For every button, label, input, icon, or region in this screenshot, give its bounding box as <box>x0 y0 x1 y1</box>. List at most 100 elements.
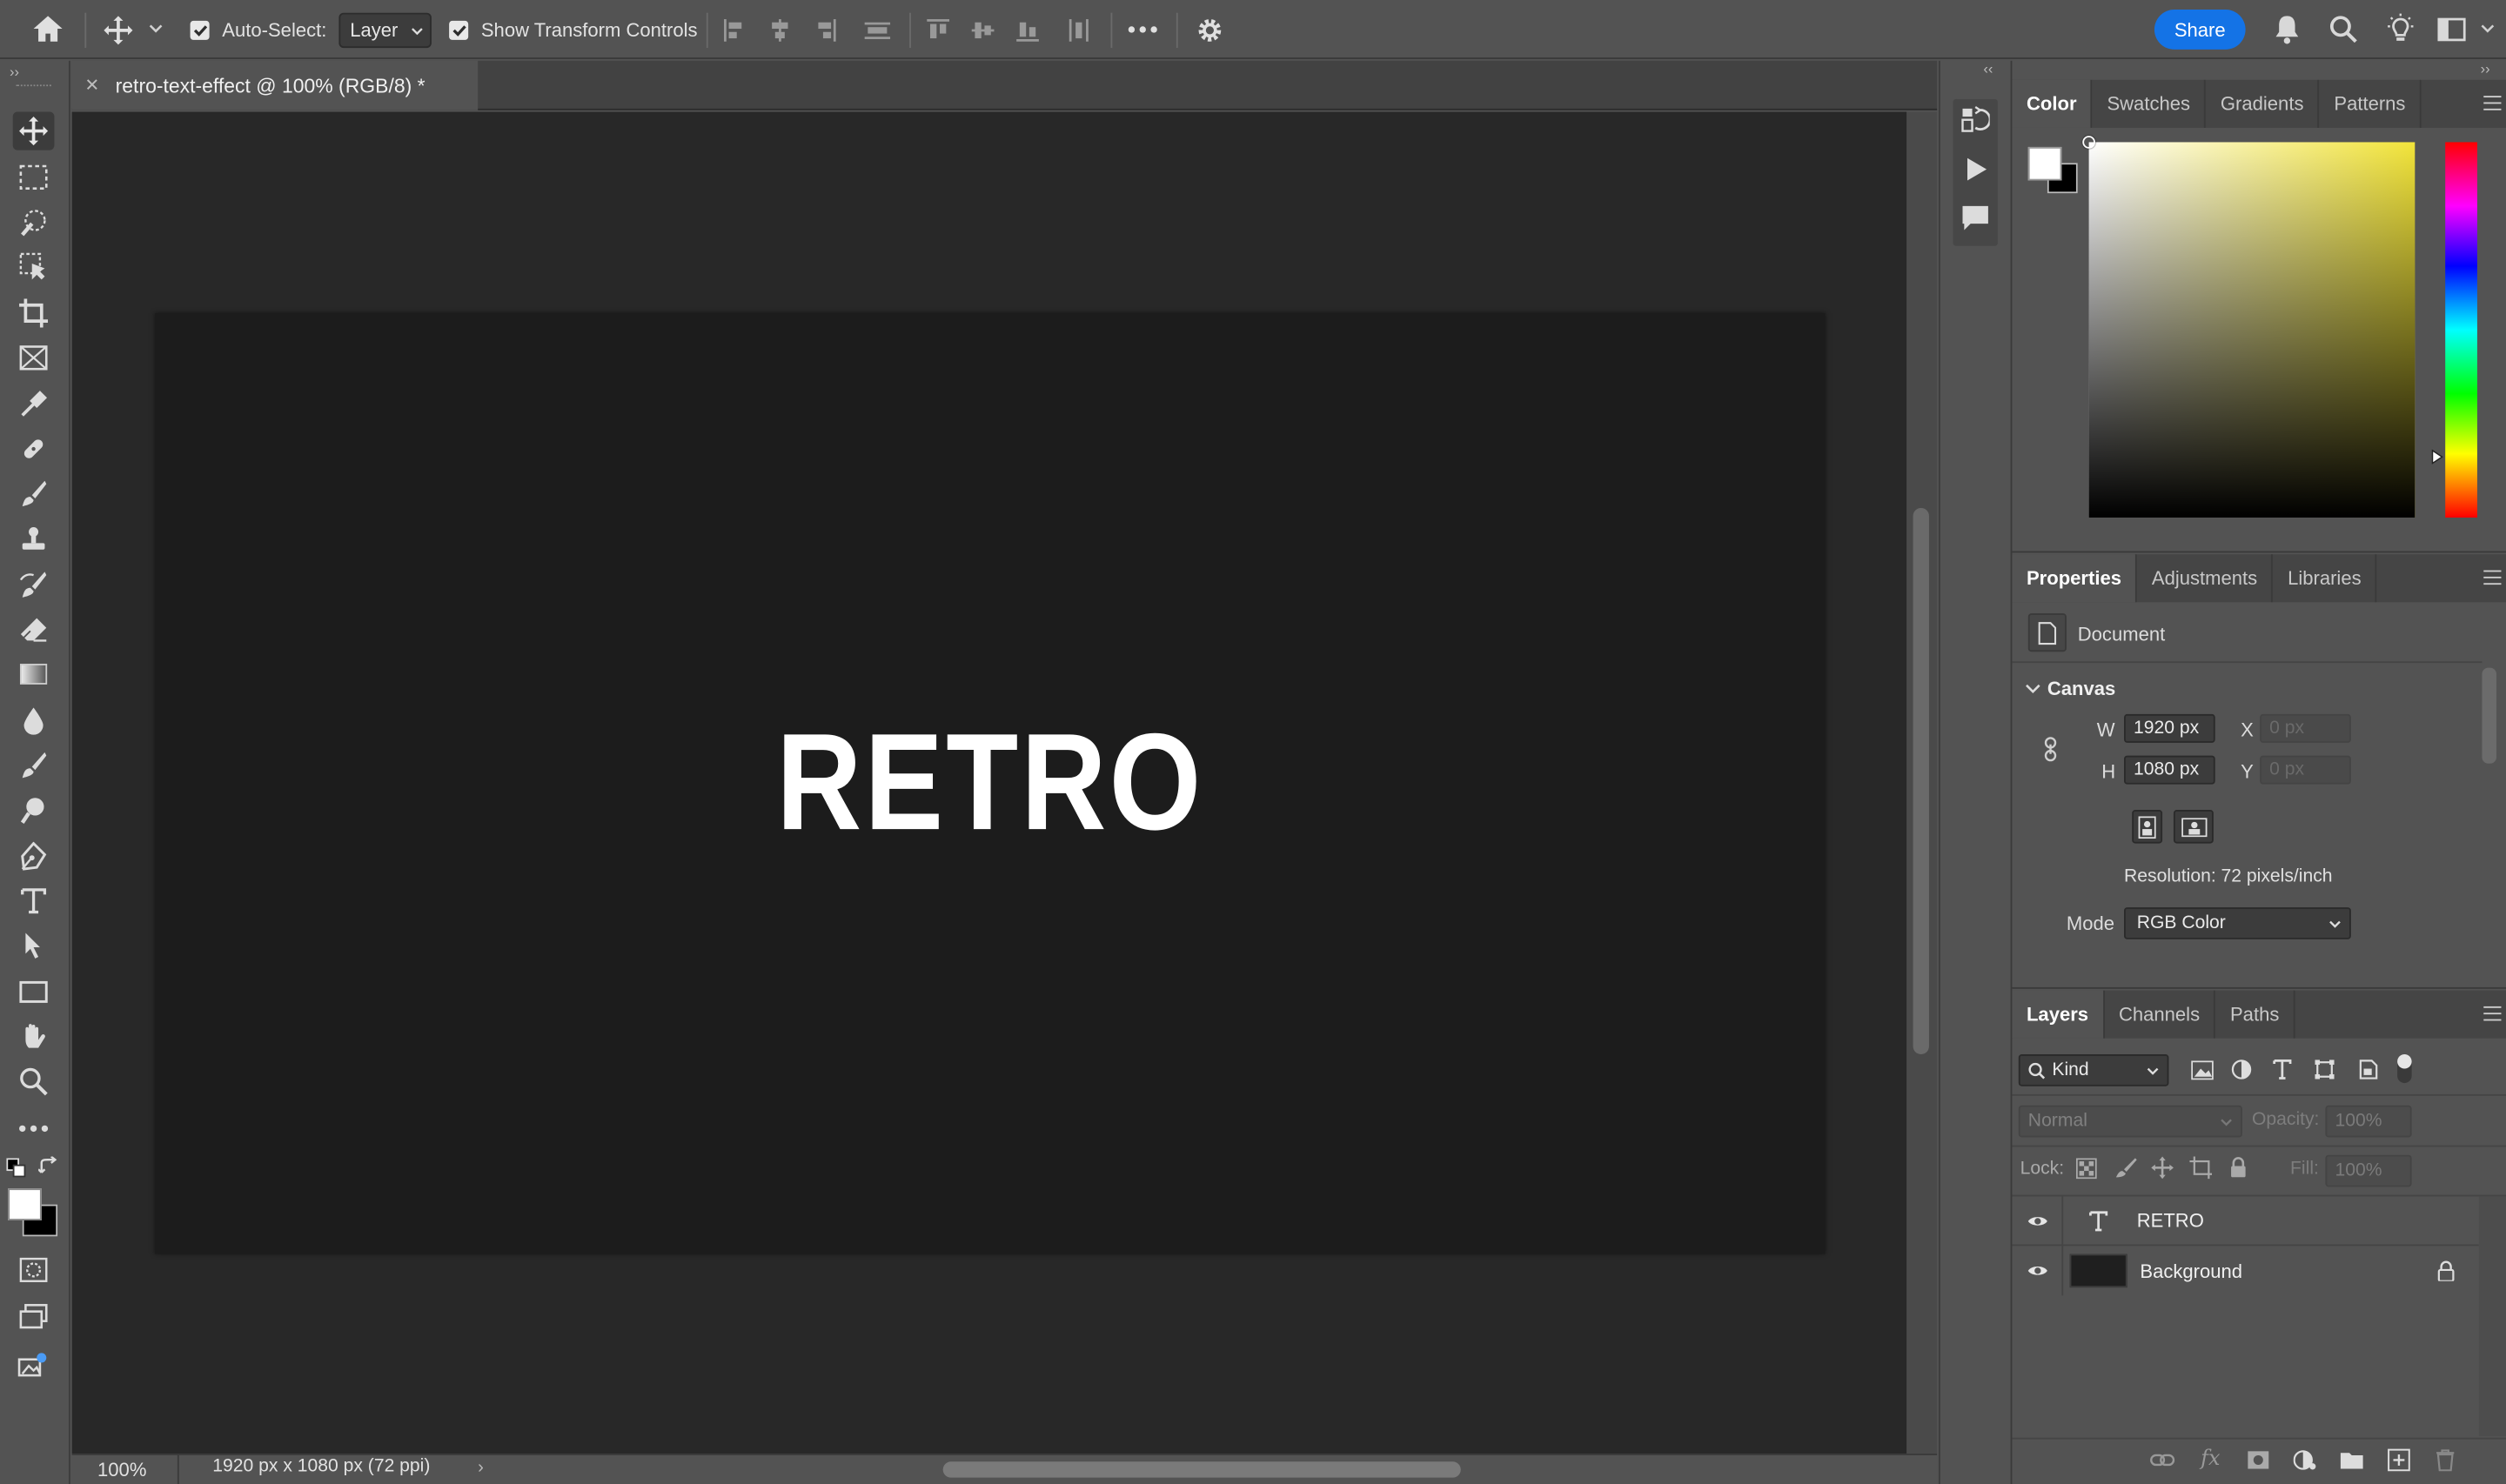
distribute-horizontal-icon[interactable] <box>1066 17 1091 43</box>
clone-stamp-tool-icon[interactable] <box>13 521 55 559</box>
x-field[interactable]: 0 px <box>2260 713 2351 743</box>
layer-lock-icon[interactable] <box>2437 1260 2455 1281</box>
gear-icon[interactable] <box>1196 16 1224 44</box>
more-tools-icon[interactable] <box>13 1108 55 1146</box>
healing-brush-tool-icon[interactable] <box>13 430 55 468</box>
height-field[interactable]: 1080 px <box>2124 755 2215 785</box>
panel-menu-icon[interactable] <box>2483 570 2502 590</box>
tab-patterns[interactable]: Patterns <box>2320 79 2422 128</box>
tab-paths[interactable]: Paths <box>2215 990 2295 1039</box>
history-icon[interactable] <box>1961 105 1990 134</box>
move-tool-icon[interactable] <box>12 111 55 150</box>
chevron-down-icon[interactable] <box>2025 684 2040 695</box>
quick-mask-icon[interactable] <box>13 1251 55 1289</box>
lock-image-pixels-icon[interactable] <box>2114 1157 2137 1180</box>
chevron-right-icon[interactable]: › <box>478 1459 484 1478</box>
link-layers-icon[interactable] <box>2149 1452 2175 1467</box>
filter-adjustment-layers-icon[interactable] <box>2231 1060 2252 1080</box>
generative-fill-icon[interactable] <box>13 1347 55 1385</box>
pen-tool-icon[interactable] <box>13 837 55 875</box>
tab-gradients[interactable]: Gradients <box>2206 79 2320 128</box>
filter-type-layers-icon[interactable] <box>2273 1059 2292 1080</box>
default-colors-icon[interactable] <box>6 1158 26 1178</box>
vertical-scroll-thumb[interactable] <box>1913 507 1929 1055</box>
horizontal-scroll-thumb[interactable] <box>942 1461 1461 1478</box>
chevron-down-icon[interactable] <box>149 24 164 34</box>
tab-adjustments[interactable]: Adjustments <box>2137 554 2274 603</box>
brush-tool-icon[interactable] <box>13 474 55 512</box>
align-vertical-centers-icon[interactable] <box>970 17 995 43</box>
layers-scrollbar[interactable] <box>2478 1196 2506 1436</box>
layer-row-retro[interactable]: RETRO <box>2012 1195 2479 1247</box>
type-tool-icon[interactable] <box>13 882 55 920</box>
bell-icon[interactable] <box>2273 15 2302 45</box>
home-icon[interactable] <box>32 15 64 43</box>
document-canvas[interactable]: RETRO <box>155 312 1826 1254</box>
opacity-field[interactable]: 100% <box>2325 1105 2412 1138</box>
rectangle-tool-icon[interactable] <box>13 973 55 1011</box>
screen-mode-icon[interactable] <box>13 1297 55 1335</box>
color-field[interactable] <box>2082 136 2416 518</box>
dodge-tool-icon[interactable] <box>13 746 55 785</box>
auto-select-dropdown[interactable]: Layer <box>338 12 432 49</box>
layer-filter-dropdown[interactable]: Kind <box>2018 1054 2169 1086</box>
collapse-chevron-icon[interactable]: ›› <box>10 64 19 79</box>
visibility-eye-icon[interactable] <box>2012 1195 2064 1246</box>
lock-transparent-pixels-icon[interactable] <box>2075 1158 2097 1180</box>
tab-properties[interactable]: Properties <box>2012 554 2138 603</box>
swap-colors-icon[interactable] <box>38 1156 59 1178</box>
canvas-workspace[interactable]: RETRO <box>71 111 1907 1454</box>
dodge-burn-tool-icon[interactable] <box>13 791 55 829</box>
fill-field[interactable]: 100% <box>2325 1154 2412 1187</box>
zoom-level[interactable]: 100% <box>97 1459 146 1481</box>
mode-dropdown[interactable]: RGB Color <box>2124 907 2351 939</box>
tab-libraries[interactable]: Libraries <box>2274 554 2377 603</box>
quick-selection-tool-icon[interactable] <box>13 203 55 241</box>
close-icon[interactable]: ✕ <box>84 75 99 96</box>
show-transform-controls-checkbox[interactable]: Show Transform Controls <box>449 15 698 47</box>
eraser-tool-icon[interactable] <box>13 610 55 648</box>
history-brush-tool-icon[interactable] <box>13 565 55 604</box>
marquee-tool-icon[interactable] <box>13 158 55 197</box>
share-button[interactable]: Share <box>2154 10 2246 50</box>
align-horizontal-centers-icon[interactable] <box>767 17 793 43</box>
gradient-tool-icon[interactable] <box>13 655 55 693</box>
canvas-retro-text[interactable]: RETRO <box>272 313 1709 1254</box>
grip-icon[interactable] <box>16 84 51 88</box>
filter-pixel-layers-icon[interactable] <box>2191 1060 2214 1080</box>
tab-color[interactable]: Color <box>2012 79 2093 128</box>
workspace-icon[interactable] <box>2437 17 2466 42</box>
fx-icon[interactable]: fx <box>2201 1447 2220 1472</box>
tab-layers[interactable]: Layers <box>2012 990 2105 1039</box>
frame-tool-icon[interactable] <box>13 338 55 377</box>
delete-layer-icon[interactable] <box>2436 1449 2455 1472</box>
filter-toggle[interactable] <box>2397 1054 2412 1084</box>
document-info[interactable]: 1920 px x 1080 px (72 ppi) <box>212 1457 430 1476</box>
hand-tool-icon[interactable] <box>13 1018 55 1056</box>
hue-slider-handle-icon[interactable] <box>2431 449 2444 465</box>
filter-shape-layers-icon[interactable] <box>2315 1060 2335 1080</box>
comments-icon[interactable] <box>1961 204 1990 233</box>
align-top-edges-icon[interactable] <box>925 17 950 43</box>
crop-tool-icon[interactable] <box>13 294 55 332</box>
y-field[interactable]: 0 px <box>2260 755 2351 785</box>
hue-slider[interactable] <box>2431 142 2477 518</box>
visibility-eye-icon[interactable] <box>2012 1246 2064 1296</box>
blend-mode-dropdown[interactable]: Normal <box>2018 1105 2242 1138</box>
panel-menu-icon[interactable] <box>2483 1006 2502 1026</box>
landscape-orientation-button[interactable] <box>2173 810 2214 844</box>
add-mask-icon[interactable] <box>2247 1450 2269 1469</box>
panel-menu-icon[interactable] <box>2483 96 2502 115</box>
collapse-chevron-icon[interactable]: ›› <box>2481 61 2490 77</box>
color-picker-cursor[interactable] <box>2082 136 2095 149</box>
zoom-tool-icon[interactable] <box>13 1062 55 1100</box>
play-actions-icon[interactable] <box>1963 157 1988 182</box>
vertical-scrollbar[interactable] <box>1906 111 1938 1454</box>
more-options-icon[interactable] <box>1127 25 1159 33</box>
properties-scroll-thumb[interactable] <box>2482 667 2496 764</box>
collapse-chevron-icon[interactable]: ‹‹ <box>1983 61 1993 77</box>
new-adjustment-layer-icon[interactable] <box>2293 1449 2316 1472</box>
chevron-down-icon[interactable] <box>2481 24 2496 34</box>
tab-swatches[interactable]: Swatches <box>2093 79 2207 128</box>
search-icon[interactable] <box>2328 15 2359 45</box>
